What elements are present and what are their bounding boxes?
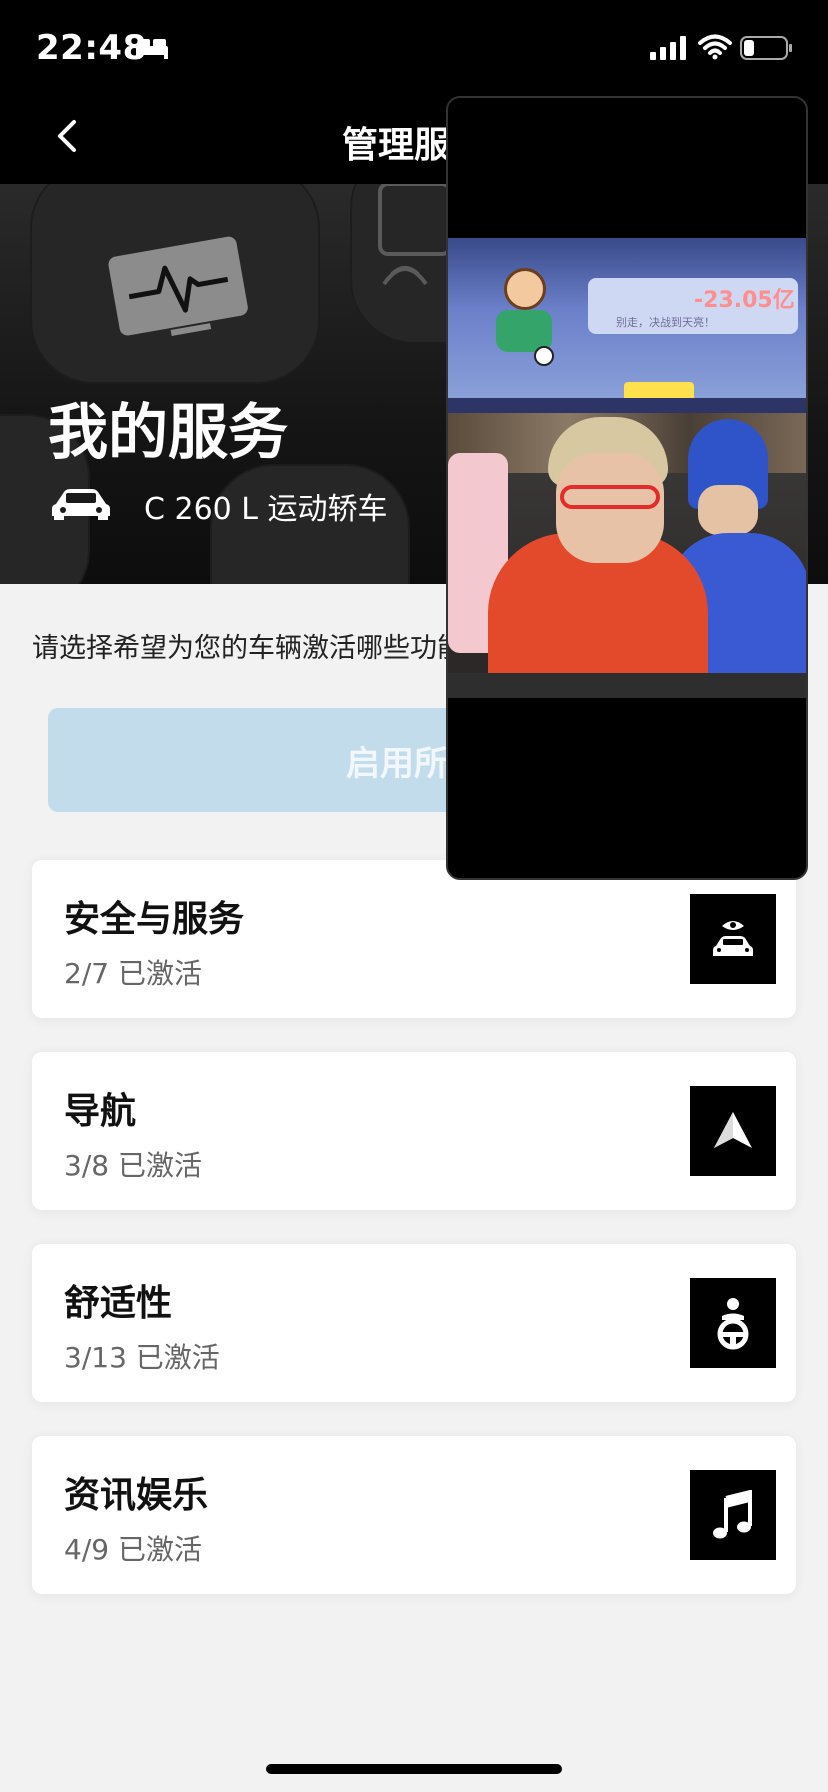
vehicle-model: C 260 L 运动轿车 — [144, 492, 388, 527]
service-card-safety[interactable]: 安全与服务 2/7 已激活 — [32, 860, 796, 1018]
game-score: -23.05亿 — [694, 288, 795, 313]
card-status: 2/7 已激活 — [64, 957, 202, 990]
game-subtitle: 别走，决战到天亮！ — [616, 316, 715, 329]
status-bar: 22:48 — [0, 0, 828, 92]
card-title: 安全与服务 — [64, 899, 245, 940]
person-face — [698, 485, 758, 535]
battery-icon — [740, 36, 792, 60]
game-stream-frame: -23.05亿 别走，决战到天亮！ — [448, 238, 806, 413]
card-status: 4/9 已激活 — [64, 1533, 202, 1566]
status-time: 22:48 — [36, 28, 147, 68]
streamer-camera-frame — [448, 413, 806, 698]
hero-title: 我的服务 — [48, 398, 288, 468]
desk — [448, 673, 806, 698]
game-status-bar — [448, 398, 806, 413]
card-title: 舒适性 — [64, 1283, 173, 1324]
car-eye-icon — [690, 894, 776, 984]
card-title: 导航 — [64, 1091, 137, 1132]
seat-steering-icon — [690, 1278, 776, 1368]
service-card-navigation[interactable]: 导航 3/8 已激活 — [32, 1052, 796, 1210]
pip-video: -23.05亿 别走，决战到天亮！ — [448, 238, 806, 698]
picture-in-picture-window[interactable]: -23.05亿 别走，决战到天亮！ — [446, 96, 808, 880]
monitor-pulse-icon — [108, 236, 248, 336]
soccer-ball-icon — [534, 346, 554, 366]
music-note-icon — [690, 1470, 776, 1560]
card-status: 3/8 已激活 — [64, 1149, 202, 1182]
service-card-comfort[interactable]: 舒适性 3/13 已激活 — [32, 1244, 796, 1402]
card-status: 3/13 已激活 — [64, 1341, 220, 1374]
cellular-signal-icon — [650, 36, 686, 60]
bed-icon — [136, 39, 168, 59]
instruction-text: 请选择希望为您的车辆激活哪些功能 — [32, 633, 464, 664]
game-character — [504, 268, 546, 310]
navigation-arrow-icon — [690, 1086, 776, 1176]
card-title: 资讯娱乐 — [64, 1475, 209, 1516]
car-icon — [52, 489, 110, 520]
heart-glasses — [560, 485, 660, 509]
service-card-infotainment[interactable]: 资讯娱乐 4/9 已激活 — [32, 1436, 796, 1594]
home-indicator[interactable] — [266, 1764, 562, 1774]
wifi-icon — [698, 34, 732, 60]
